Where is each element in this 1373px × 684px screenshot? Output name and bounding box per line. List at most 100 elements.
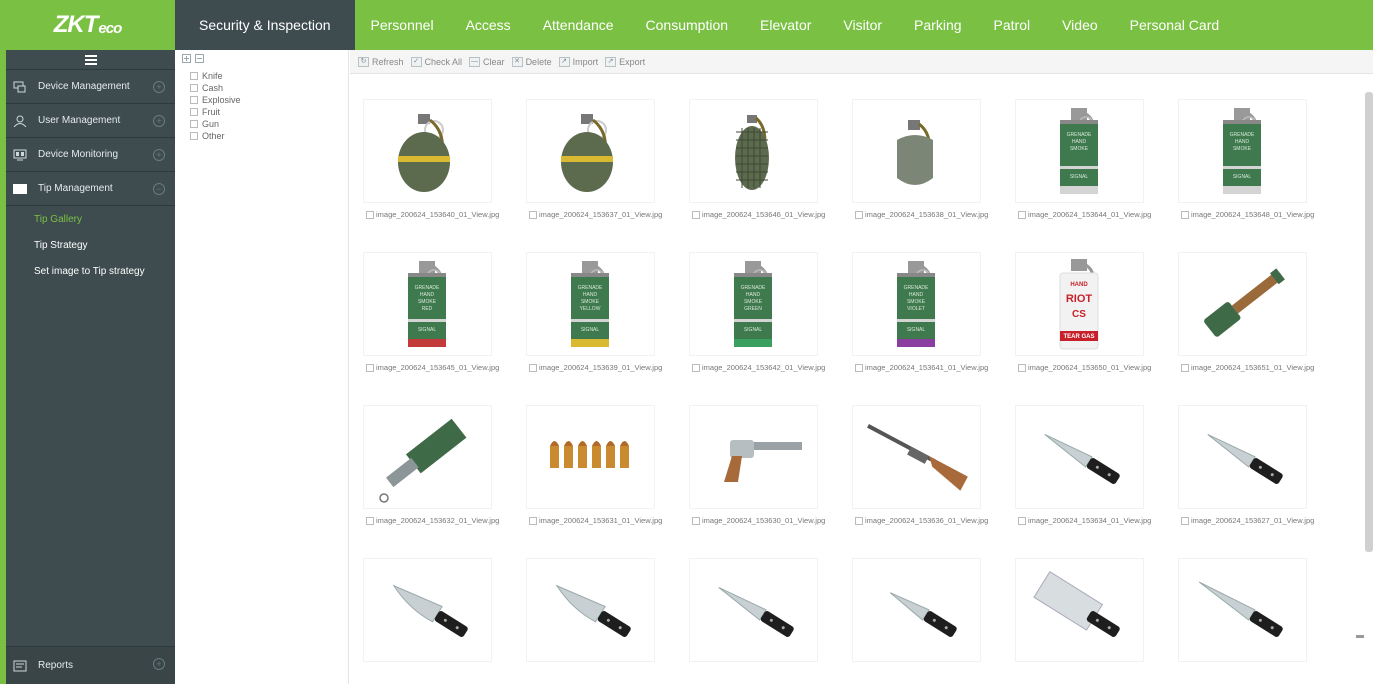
gallery-item[interactable] <box>839 533 994 673</box>
sidebar-item-reports[interactable]: Reports + <box>6 646 175 684</box>
image-checkbox[interactable] <box>366 363 374 372</box>
image-checkbox[interactable] <box>1018 363 1026 372</box>
tip-image[interactable]: GRENADE HAND SMOKE YELLOW SIGNAL <box>527 253 654 355</box>
vertical-scrollbar[interactable] <box>1365 92 1373 552</box>
checkbox[interactable] <box>190 84 198 92</box>
tip-image[interactable]: GRENADE HAND SMOKE RED SIGNAL <box>364 253 491 355</box>
export-button[interactable]: ↗ Export <box>605 56 645 67</box>
tip-image[interactable] <box>1179 559 1306 661</box>
tip-image[interactable] <box>364 559 491 661</box>
menu-icon[interactable] <box>6 50 175 70</box>
tab-personnel[interactable]: Personnel <box>355 0 450 50</box>
gallery-item[interactable] <box>676 533 831 673</box>
checkbox[interactable] <box>190 96 198 104</box>
tree-item-explosive[interactable]: Explosive <box>175 94 348 106</box>
tip-image[interactable] <box>853 100 980 202</box>
gallery-item[interactable]: image_200624_153640_01_View.jpg <box>350 74 505 219</box>
tab-patrol[interactable]: Patrol <box>978 0 1047 50</box>
gallery-item[interactable]: image_200624_153627_01_View.jpg <box>1165 380 1320 525</box>
tip-image[interactable]: GRENADE HAND SMOKE SIGNAL <box>1179 100 1306 202</box>
gallery-item[interactable]: HAND RIOT CS TEAR GAS image_200624_153650_01… <box>1002 227 1157 372</box>
collapse-icon[interactable]: − <box>153 183 165 195</box>
expand-icon[interactable]: + <box>153 149 165 161</box>
sidebar-item-device-monitoring[interactable]: Device Monitoring + <box>6 138 175 172</box>
checkbox[interactable] <box>190 72 198 80</box>
gallery-item[interactable] <box>350 533 505 673</box>
gallery-item[interactable]: image_200624_153631_01_View.jpg <box>513 380 668 525</box>
image-checkbox[interactable] <box>692 516 700 525</box>
tab-video[interactable]: Video <box>1046 0 1114 50</box>
checkbox[interactable] <box>190 108 198 116</box>
tab-personal-card[interactable]: Personal Card <box>1114 0 1236 50</box>
image-checkbox[interactable] <box>1181 363 1189 372</box>
gallery-item[interactable] <box>1002 533 1157 673</box>
tab-parking[interactable]: Parking <box>898 0 977 50</box>
tip-image[interactable] <box>364 406 491 508</box>
clear-button[interactable]: — Clear <box>469 56 505 67</box>
gallery-item[interactable]: image_200624_153632_01_View.jpg <box>350 380 505 525</box>
tip-image[interactable] <box>853 559 980 661</box>
tip-image[interactable] <box>527 559 654 661</box>
tip-image[interactable] <box>527 100 654 202</box>
tip-image[interactable] <box>1016 559 1143 661</box>
image-checkbox[interactable] <box>529 363 537 372</box>
import-button[interactable]: ↗ Import <box>558 56 598 67</box>
tree-item-fruit[interactable]: Fruit <box>175 106 348 118</box>
tip-image[interactable] <box>690 559 817 661</box>
tip-image[interactable] <box>1016 406 1143 508</box>
expand-all-icon[interactable] <box>182 54 191 66</box>
image-checkbox[interactable] <box>855 516 863 525</box>
image-checkbox[interactable] <box>1018 516 1026 525</box>
gallery-item[interactable]: GRENADE HAND SMOKE SIGNAL image_200624_15364… <box>1002 74 1157 219</box>
tab-access[interactable]: Access <box>450 0 527 50</box>
tip-image[interactable] <box>364 100 491 202</box>
image-checkbox[interactable] <box>855 363 863 372</box>
gallery-item[interactable]: image_200624_153651_01_View.jpg <box>1165 227 1320 372</box>
tab-consumption[interactable]: Consumption <box>630 0 745 50</box>
gallery-item[interactable]: GRENADE HAND SMOKE YELLOW SIGNAL image_200624… <box>513 227 668 372</box>
checkbox[interactable] <box>190 120 198 128</box>
image-checkbox[interactable] <box>1181 516 1189 525</box>
image-checkbox[interactable] <box>529 516 537 525</box>
gallery-item[interactable]: image_200624_153634_01_View.jpg <box>1002 380 1157 525</box>
gallery-item[interactable]: image_200624_153646_01_View.jpg <box>676 74 831 219</box>
tree-item-cash[interactable]: Cash <box>175 82 348 94</box>
tip-image[interactable] <box>527 406 654 508</box>
expand-icon[interactable]: + <box>153 658 165 670</box>
gallery-item[interactable]: image_200624_153638_01_View.jpg <box>839 74 994 219</box>
expand-icon[interactable]: + <box>153 115 165 127</box>
delete-button[interactable]: ✕ Delete <box>511 56 552 67</box>
gallery-item[interactable] <box>513 533 668 673</box>
collapse-all-icon[interactable] <box>195 54 204 66</box>
submenu-tip-strategy[interactable]: Tip Strategy <box>6 232 175 258</box>
gallery-item[interactable]: image_200624_153636_01_View.jpg <box>839 380 994 525</box>
tip-image[interactable]: HAND RIOT CS TEAR GAS <box>1016 253 1143 355</box>
tip-image[interactable]: GRENADE HAND SMOKE VIOLET SIGNAL <box>853 253 980 355</box>
image-checkbox[interactable] <box>366 210 374 219</box>
tip-image[interactable]: GRENADE HAND SMOKE SIGNAL <box>1016 100 1143 202</box>
image-checkbox[interactable] <box>529 210 537 219</box>
gallery-item[interactable]: image_200624_153637_01_View.jpg <box>513 74 668 219</box>
gallery-item[interactable]: image_200624_153630_01_View.jpg <box>676 380 831 525</box>
tip-image[interactable]: GRENADE HAND SMOKE GREEN SIGNAL <box>690 253 817 355</box>
gallery-item[interactable]: GRENADE HAND SMOKE RED SIGNAL image_200624_15… <box>350 227 505 372</box>
refresh-button[interactable]: ↻ Refresh <box>358 56 404 67</box>
tree-item-other[interactable]: Other <box>175 130 348 142</box>
tab-security-inspection[interactable]: Security & Inspection <box>175 0 355 50</box>
tip-image[interactable] <box>690 406 817 508</box>
image-checkbox[interactable] <box>1181 210 1189 219</box>
tab-visitor[interactable]: Visitor <box>827 0 898 50</box>
tip-image[interactable] <box>690 100 817 202</box>
image-checkbox[interactable] <box>1018 210 1026 219</box>
submenu-set-image-to-tip-strategy[interactable]: Set image to Tip strategy <box>6 258 175 284</box>
sidebar-item-user-management[interactable]: User Management + <box>6 104 175 138</box>
check-all-button[interactable]: ✓ Check All <box>410 56 462 67</box>
gallery-item[interactable]: GRENADE HAND SMOKE GREEN SIGNAL image_200624_… <box>676 227 831 372</box>
image-checkbox[interactable] <box>366 516 374 525</box>
sidebar-item-tip-management[interactable]: Tip Management − <box>6 172 175 206</box>
gallery-item[interactable] <box>1165 533 1320 673</box>
tip-image[interactable] <box>1179 253 1306 355</box>
sidebar-item-device-management[interactable]: Device Management + <box>6 70 175 104</box>
image-checkbox[interactable] <box>692 363 700 372</box>
tab-attendance[interactable]: Attendance <box>527 0 630 50</box>
